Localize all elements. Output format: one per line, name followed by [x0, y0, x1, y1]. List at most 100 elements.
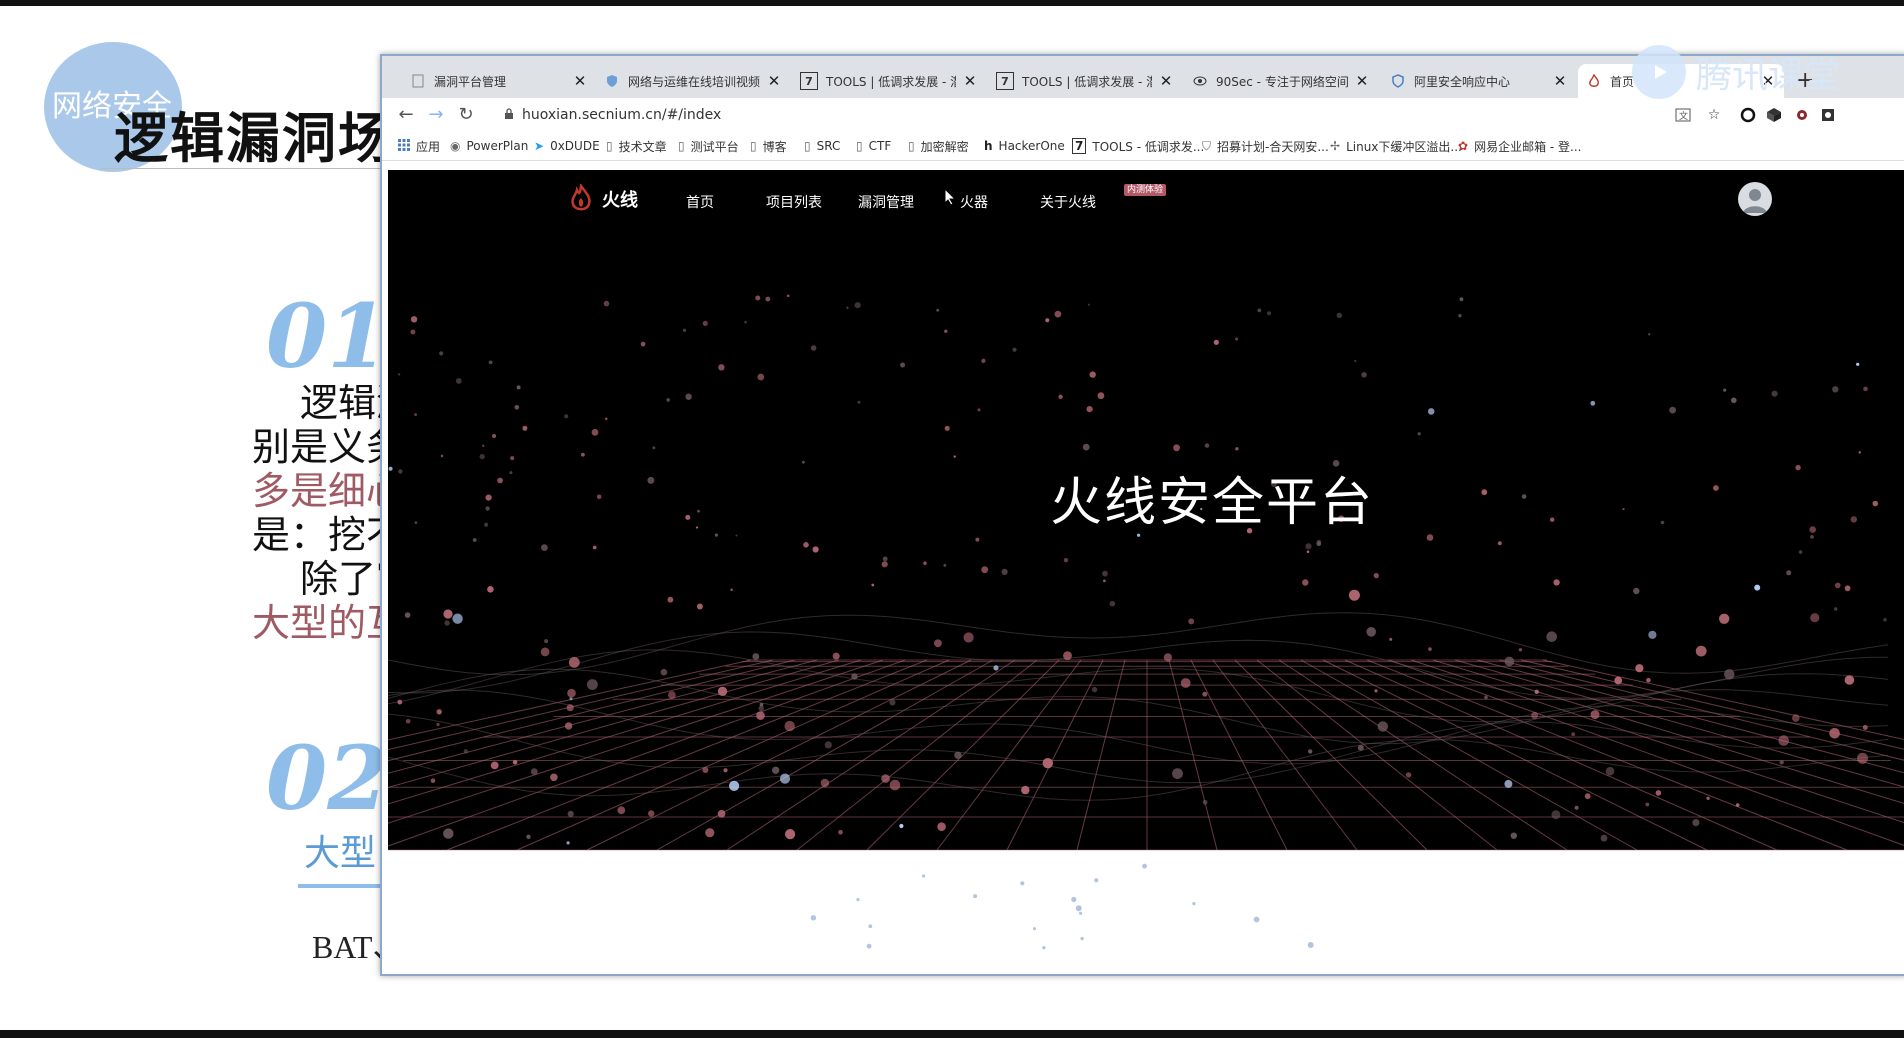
bookmark-ctf[interactable]: ▯ CTF: [856, 136, 891, 156]
section-number-2: 02: [266, 726, 389, 830]
globe-icon: ◉: [450, 139, 461, 153]
tab-90sec[interactable]: 90Sec - 专注于网络空间 ✕: [1184, 64, 1378, 98]
site-logo[interactable]: 火线: [568, 184, 638, 214]
bookmark-tech-articles[interactable]: ▯ 技术文章: [606, 136, 667, 156]
close-icon[interactable]: ✕: [1354, 72, 1370, 90]
bookmark-netease-mail[interactable]: ✿ 网易企业邮箱 - 登...: [1458, 136, 1581, 156]
tab-label: 90Sec - 专注于网络空间: [1216, 74, 1348, 89]
star-icon[interactable]: ☆: [1706, 107, 1722, 123]
bookmark-crypto[interactable]: ▯ 加密解密: [908, 136, 969, 156]
shield-icon: ⛉: [1202, 138, 1212, 153]
url-text: huoxian.secnium.cn/#/index: [522, 107, 722, 123]
nav-weapons[interactable]: 火器: [960, 192, 988, 212]
close-icon[interactable]: ✕: [1552, 72, 1568, 90]
tab-label: TOOLS | 低调求发展 - 潜: [826, 74, 956, 89]
bookmark-label: SRC: [816, 139, 841, 153]
nav-about[interactable]: 关于火线: [1040, 192, 1096, 212]
close-icon[interactable]: ✕: [1158, 72, 1174, 90]
page-icon: ▯: [804, 139, 811, 153]
screen-bottom-border: [0, 1030, 1904, 1038]
bookmark-label: TOOLS - 低调求发...: [1092, 139, 1205, 154]
doc-icon: [410, 73, 426, 89]
gear-icon: ✢: [1330, 139, 1341, 153]
flame-icon: [571, 184, 591, 211]
watermark-text: 腾讯课堂: [1696, 55, 1841, 96]
h1-icon: h: [984, 139, 993, 153]
user-avatar[interactable]: [1738, 182, 1772, 216]
shield-icon: [1390, 73, 1406, 89]
seven-icon: 7: [996, 72, 1014, 90]
lock-icon: [504, 107, 514, 123]
hero-title: 火线安全平台: [1049, 473, 1374, 533]
nav-project-list[interactable]: 项目列表: [766, 192, 822, 212]
tab-aliyun-src[interactable]: 阿里安全响应中心 ✕: [1382, 64, 1576, 98]
bookmark-label: 招募计划-合天网安...: [1217, 139, 1329, 154]
bookmark-label: 0xDUDE: [550, 139, 600, 153]
svg-text:文: 文: [1679, 110, 1688, 122]
page-icon: ▯: [856, 139, 863, 153]
bookmark-label: 博客: [762, 139, 787, 154]
mouse-cursor-icon: [944, 187, 957, 210]
bookmark-label: 网易企业邮箱 - 登...: [1474, 139, 1582, 154]
page-icon: ▯: [606, 139, 613, 153]
bookmark-label: 技术文章: [618, 139, 667, 154]
apps-icon: [398, 138, 410, 154]
bird-icon: ➤: [534, 139, 545, 153]
mail-icon: ✿: [1458, 139, 1469, 153]
tab-tools-1[interactable]: 7 TOOLS | 低调求发展 - 潜 ✕: [792, 64, 986, 98]
bookmark-label: HackerOne: [998, 139, 1065, 153]
particle-background: [388, 294, 1904, 950]
slide-title: 逻辑漏洞场: [114, 107, 394, 170]
extension-cube-icon[interactable]: [1766, 107, 1782, 123]
bookmark-test-platform[interactable]: ▯ 测试平台: [678, 136, 739, 156]
bookmark-hetian[interactable]: ⛉ 招募计划-合天网安...: [1202, 136, 1329, 156]
close-icon[interactable]: ✕: [962, 72, 978, 90]
title-divider: [100, 168, 390, 169]
address-bar[interactable]: huoxian.secnium.cn/#/index: [504, 103, 1634, 127]
browser-window: 漏洞平台管理 ✕ 网络与运维在线培训视频 ✕ 7 TOOLS | 低调求发展 -…: [380, 54, 1904, 976]
forward-icon[interactable]: →: [424, 103, 448, 127]
bookmark-powerplan[interactable]: ◉ PowerPlan: [450, 136, 528, 156]
page-icon: ▯: [678, 139, 685, 153]
bookmark-label: 测试平台: [690, 139, 739, 154]
site-logo-text: 火线: [602, 190, 638, 211]
extension-box-icon[interactable]: [1820, 107, 1836, 123]
bookmarks-bar: 应用 ◉ PowerPlan ➤ 0xDUDE ▯ 技术文章 ▯ 测试平台 ▯ …: [382, 132, 1904, 161]
browser-toolbar: ← → ↻ huoxian.secnium.cn/#/index 文 ☆: [382, 98, 1904, 132]
section2-subtitle: 大型: [304, 833, 377, 874]
nav-home[interactable]: 首页: [686, 192, 714, 212]
bookmark-hackerone[interactable]: h HackerOne: [984, 136, 1065, 156]
page-icon: ▯: [908, 139, 915, 153]
eye-icon: [1192, 73, 1208, 89]
bookmark-blog[interactable]: ▯ 博客: [750, 136, 787, 156]
extension-circle-icon[interactable]: [1740, 107, 1756, 123]
nav-vuln-management[interactable]: 漏洞管理: [858, 192, 914, 212]
tab-label: 漏洞平台管理: [434, 74, 507, 89]
user-icon: [1743, 189, 1767, 213]
close-icon[interactable]: ✕: [766, 72, 782, 90]
bookmark-0xdude[interactable]: ➤ 0xDUDE: [534, 136, 600, 156]
page-icon: ▯: [750, 139, 757, 153]
tencent-classroom-watermark: 腾讯课堂: [1632, 45, 1841, 99]
bookmark-src[interactable]: ▯ SRC: [804, 136, 840, 156]
flame-icon: [1586, 73, 1602, 89]
tab-label: 网络与运维在线培训视频: [628, 74, 760, 89]
close-icon[interactable]: ✕: [572, 72, 588, 90]
page-viewport: 火线 首页 项目列表 漏洞管理 火器 内测体验 关于火线 火线安全平台: [388, 170, 1904, 972]
extension-gear-icon[interactable]: [1794, 107, 1810, 123]
seven-icon: 7: [800, 72, 818, 90]
tab-tools-2[interactable]: 7 TOOLS | 低调求发展 - 潜 ✕: [988, 64, 1182, 98]
back-icon[interactable]: ←: [394, 103, 418, 127]
tab-vuln-platform[interactable]: 漏洞平台管理 ✕: [402, 64, 596, 98]
bookmark-linux-overflow[interactable]: ✢ Linux下缓冲区溢出...: [1330, 136, 1462, 156]
tab-label: 阿里安全响应中心: [1414, 74, 1511, 89]
play-icon: [1632, 45, 1686, 99]
tab-label: TOOLS | 低调求发展 - 潜: [1022, 74, 1152, 89]
reload-icon[interactable]: ↻: [454, 103, 478, 127]
bookmark-tools[interactable]: 7 TOOLS - 低调求发...: [1072, 136, 1204, 156]
bookmark-apps[interactable]: 应用: [398, 136, 440, 156]
shield-icon: [604, 73, 620, 89]
translate-icon[interactable]: 文: [1675, 107, 1691, 123]
tab-training-video[interactable]: 网络与运维在线培训视频 ✕: [596, 64, 790, 98]
beta-badge: 内测体验: [1124, 184, 1167, 196]
